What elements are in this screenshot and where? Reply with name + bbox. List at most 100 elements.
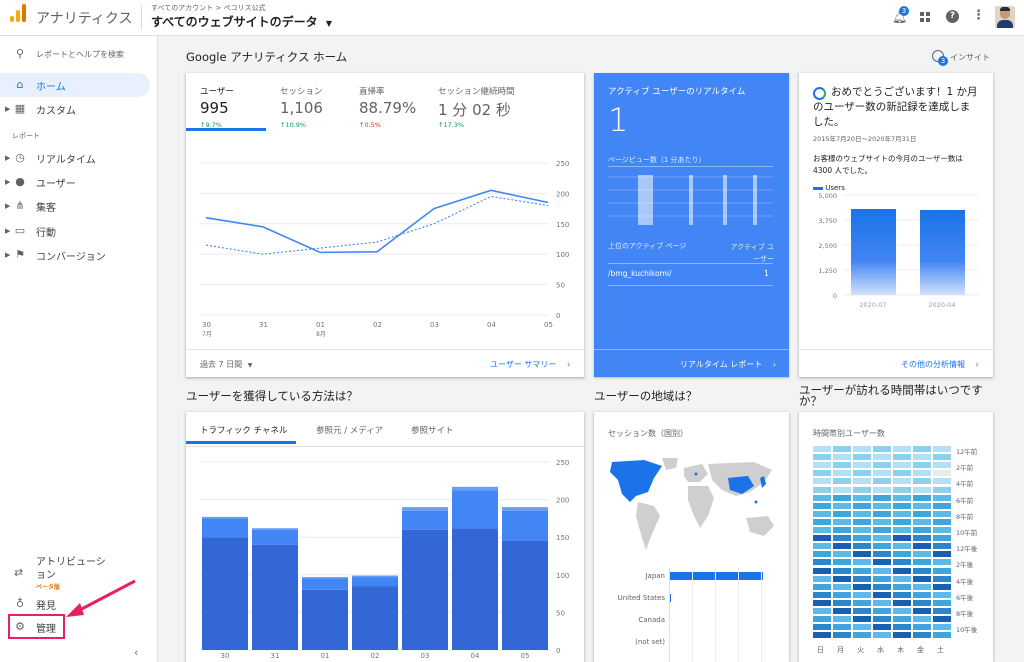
heatmap-cell[interactable] [873, 559, 891, 566]
heatmap-cell[interactable] [833, 478, 851, 485]
heatmap-cell[interactable] [853, 510, 871, 517]
heatmap-cell[interactable] [833, 632, 851, 639]
heatmap-cell[interactable] [913, 470, 931, 477]
date-range-dropdown[interactable]: 過去 7 日間 ▼ [200, 359, 252, 370]
heatmap-cell[interactable] [893, 486, 911, 493]
heatmap-cell[interactable] [853, 551, 871, 558]
insights-button[interactable]: 3 インサイト [932, 50, 992, 66]
heatmap-cell[interactable] [833, 535, 851, 542]
heatmap-cell[interactable] [913, 624, 931, 631]
heatmap-cell[interactable] [893, 502, 911, 509]
metric-tab-session-duration[interactable]: セッション継続時間 1 分 02 秒 ↑17.3% [426, 73, 576, 131]
heatmap-cell[interactable] [933, 559, 951, 566]
heatmap-cell[interactable] [933, 486, 951, 493]
heatmap-cell[interactable] [813, 535, 831, 542]
heatmap-cell[interactable] [853, 454, 871, 461]
sidebar-item-acquisition[interactable]: ▶ ⋔ 集客 [0, 194, 150, 218]
heatmap-cell[interactable] [913, 575, 931, 582]
sidebar-item-audience[interactable]: ▶ ● ユーザー [0, 170, 150, 194]
heatmap-cell[interactable] [833, 624, 851, 631]
heatmap-cell[interactable] [853, 632, 871, 639]
heatmap-cell[interactable] [853, 478, 871, 485]
heatmap-cell[interactable] [913, 608, 931, 615]
heatmap-cell[interactable] [853, 575, 871, 582]
collapse-sidebar-icon[interactable]: ‹ [134, 646, 138, 659]
heatmap-cell[interactable] [873, 454, 891, 461]
heatmap-cell[interactable] [853, 583, 871, 590]
heatmap-cell[interactable] [933, 632, 951, 639]
heatmap-cell[interactable] [813, 616, 831, 623]
heatmap-cell[interactable] [853, 624, 871, 631]
heatmap-cell[interactable] [893, 567, 911, 574]
heatmap-cell[interactable] [913, 632, 931, 639]
breadcrumb[interactable]: すべてのアカウント > ペコリス公式 [151, 3, 266, 13]
heatmap-cell[interactable] [913, 591, 931, 598]
heatmap-cell[interactable] [933, 478, 951, 485]
heatmap-cell[interactable] [893, 551, 911, 558]
heatmap-cell[interactable] [933, 583, 951, 590]
help-icon[interactable]: ? [946, 10, 959, 23]
heatmap-cell[interactable] [913, 502, 931, 509]
heatmap-cell[interactable] [833, 518, 851, 525]
heatmap-cell[interactable] [833, 551, 851, 558]
heatmap-cell[interactable] [813, 454, 831, 461]
heatmap-cell[interactable] [913, 446, 931, 453]
heatmap-cell[interactable] [853, 446, 871, 453]
heatmap-cell[interactable] [853, 494, 871, 501]
heatmap-cell[interactable] [933, 470, 951, 477]
heatmap-cell[interactable] [913, 599, 931, 606]
heatmap-cell[interactable] [933, 502, 951, 509]
heatmap-cell[interactable] [873, 478, 891, 485]
heatmap-cell[interactable] [833, 583, 851, 590]
heatmap-cell[interactable] [813, 446, 831, 453]
heatmap-cell[interactable] [853, 462, 871, 469]
heatmap-cell[interactable] [813, 551, 831, 558]
heatmap-cell[interactable] [813, 559, 831, 566]
metric-tab-users[interactable]: ユーザー 995 ↑9.7% [186, 73, 266, 131]
heatmap-cell[interactable] [813, 575, 831, 582]
heatmap-cell[interactable] [813, 632, 831, 639]
heatmap-cell[interactable] [853, 470, 871, 477]
heatmap-cell[interactable] [873, 551, 891, 558]
heatmap-cell[interactable] [873, 494, 891, 501]
users-summary-link[interactable]: ユーザー サマリー › [490, 359, 570, 370]
heatmap-cell[interactable] [813, 608, 831, 615]
heatmap-cell[interactable] [893, 624, 911, 631]
heatmap-cell[interactable] [813, 583, 831, 590]
heatmap-cell[interactable] [813, 567, 831, 574]
heatmap-cell[interactable] [873, 608, 891, 615]
heatmap-cell[interactable] [873, 624, 891, 631]
sidebar-search[interactable]: ⚲ レポートとヘルプを検索 [0, 42, 150, 66]
heatmap-cell[interactable] [853, 608, 871, 615]
heatmap-cell[interactable] [873, 486, 891, 493]
more-vert-icon[interactable]: ⋮ [972, 8, 985, 23]
sidebar-item-behavior[interactable]: ▶ ▭ 行動 [0, 219, 150, 243]
heatmap-cell[interactable] [833, 510, 851, 517]
heatmap-cell[interactable] [893, 470, 911, 477]
heatmap-cell[interactable] [873, 567, 891, 574]
heatmap-cell[interactable] [913, 616, 931, 623]
heatmap-cell[interactable] [813, 502, 831, 509]
tab-traffic-channel[interactable]: トラフィック チャネル [186, 412, 296, 444]
metric-tab-bounce-rate[interactable]: 直帰率 88.79% ↑0.5% [346, 73, 426, 131]
heatmap-cell[interactable] [813, 591, 831, 598]
heatmap-cell[interactable] [913, 486, 931, 493]
heatmap-cell[interactable] [833, 454, 851, 461]
heatmap-cell[interactable] [833, 527, 851, 534]
heatmap-cell[interactable] [813, 470, 831, 477]
sidebar-item-custom[interactable]: ▶ ▦ カスタム [0, 97, 150, 121]
heatmap-cell[interactable] [893, 478, 911, 485]
heatmap-cell[interactable] [913, 543, 931, 550]
heatmap-cell[interactable] [873, 518, 891, 525]
heatmap-cell[interactable] [873, 502, 891, 509]
heatmap-cell[interactable] [893, 454, 911, 461]
sidebar-item-conversions[interactable]: ▶ ⚑ コンバージョン [0, 243, 150, 267]
heatmap-cell[interactable] [893, 518, 911, 525]
heatmap-cell[interactable] [813, 510, 831, 517]
heatmap-cell[interactable] [933, 575, 951, 582]
heatmap-cell[interactable] [873, 462, 891, 469]
heatmap-cell[interactable] [933, 462, 951, 469]
heatmap-cell[interactable] [893, 535, 911, 542]
heatmap-cell[interactable] [853, 591, 871, 598]
heatmap-cell[interactable] [933, 608, 951, 615]
